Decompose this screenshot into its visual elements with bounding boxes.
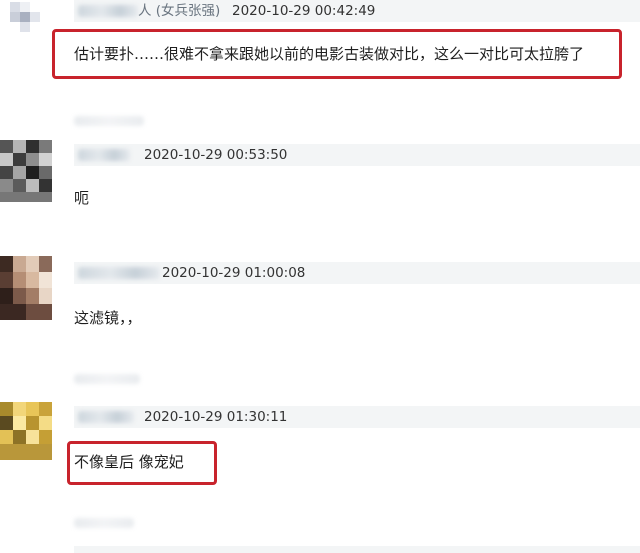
comment-meta <box>74 546 640 553</box>
avatar-image <box>0 140 52 202</box>
comment-timestamp: 2020-10-29 01:00:08 <box>162 265 306 281</box>
comment-timestamp: 2020-10-29 00:42:49 <box>232 3 376 19</box>
avatar-image <box>6 0 46 38</box>
avatar-image <box>0 402 52 460</box>
highlight-box <box>52 29 622 79</box>
comment-text: 呃 <box>74 189 90 207</box>
comment-item <box>0 542 640 553</box>
avatar[interactable] <box>0 548 52 553</box>
comment-item: 2020-10-29 01:30:11 不像皇后 像宠妃 <box>0 402 640 528</box>
comment-timestamp: 2020-10-29 01:30:11 <box>144 409 288 425</box>
comment-meta: 2020-10-29 00:53:50 <box>74 144 640 166</box>
comment-item: 人 (女兵张强) 2020-10-29 00:42:49 估计要扑……很难不拿来… <box>0 0 640 126</box>
username-blurred[interactable] <box>78 267 160 279</box>
username-blurred[interactable] <box>78 5 138 17</box>
avatar-image <box>0 256 52 320</box>
comment-timestamp: 2020-10-29 00:53:50 <box>144 147 288 163</box>
reply-link-blurred[interactable] <box>74 116 144 126</box>
comment-item: 2020-10-29 01:00:08 这滤镜，， <box>0 256 640 384</box>
highlight-box <box>67 441 217 485</box>
comment-meta: 2020-10-29 01:30:11 <box>74 406 640 428</box>
comment-meta: 2020-10-29 01:00:08 <box>74 262 640 284</box>
avatar[interactable] <box>0 256 52 320</box>
comment-meta: 人 (女兵张强) 2020-10-29 00:42:49 <box>74 0 640 22</box>
comment-text: 这滤镜，， <box>74 309 142 327</box>
reply-link-blurred[interactable] <box>74 374 140 384</box>
username-suffix: 人 (女兵张强) <box>138 3 221 19</box>
avatar[interactable] <box>0 140 52 202</box>
username-blurred[interactable] <box>78 149 130 161</box>
username-blurred[interactable] <box>78 411 134 423</box>
avatar[interactable] <box>6 0 46 38</box>
avatar[interactable] <box>0 402 52 460</box>
comment-item: 2020-10-29 00:53:50 呃 <box>0 140 640 240</box>
reply-link-blurred[interactable] <box>74 518 134 528</box>
